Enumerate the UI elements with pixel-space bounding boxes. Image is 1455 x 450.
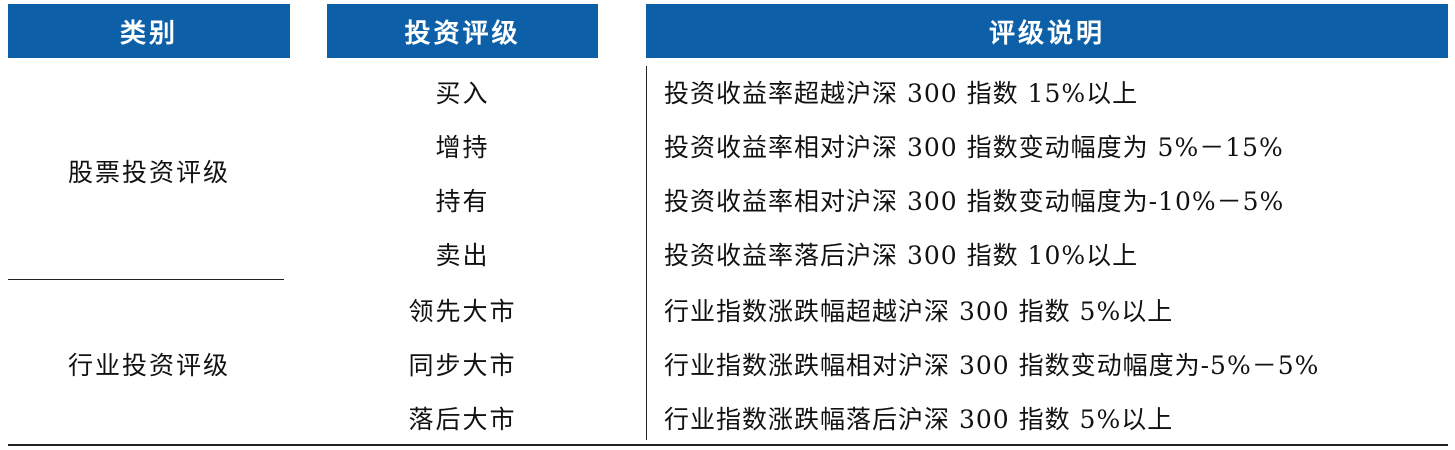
- group-separator: [8, 279, 284, 280]
- category-stock: 股票投资评级: [67, 158, 230, 187]
- rating-cell: 卖出: [435, 241, 490, 270]
- category-industry: 行业投资评级: [67, 351, 230, 380]
- rating-cell: 落后大市: [408, 405, 517, 434]
- header-rating: 投资评级: [327, 4, 598, 58]
- rating-cell: 买入: [435, 79, 490, 108]
- description-cell: 行业指数涨跌幅落后沪深 300 指数 5%以上: [664, 405, 1174, 434]
- description-cell: 投资收益率相对沪深 300 指数变动幅度为-10%－5%: [664, 187, 1285, 216]
- rating-cell: 增持: [435, 133, 490, 162]
- rating-cell: 领先大市: [408, 297, 517, 326]
- description-cell: 投资收益率相对沪深 300 指数变动幅度为 5%－15%: [664, 133, 1284, 162]
- header-description: 评级说明: [646, 4, 1448, 58]
- column-divider: [646, 66, 647, 440]
- rating-cell: 持有: [435, 187, 490, 216]
- table-bottom-rule: [8, 444, 1448, 446]
- description-cell: 行业指数涨跌幅相对沪深 300 指数变动幅度为-5%－5%: [664, 351, 1320, 380]
- rating-cell: 同步大市: [408, 351, 517, 380]
- description-cell: 行业指数涨跌幅超越沪深 300 指数 5%以上: [664, 297, 1174, 326]
- description-cell: 投资收益率超越沪深 300 指数 15%以上: [664, 79, 1139, 108]
- description-cell: 投资收益率落后沪深 300 指数 10%以上: [664, 241, 1139, 270]
- header-category: 类别: [8, 4, 290, 58]
